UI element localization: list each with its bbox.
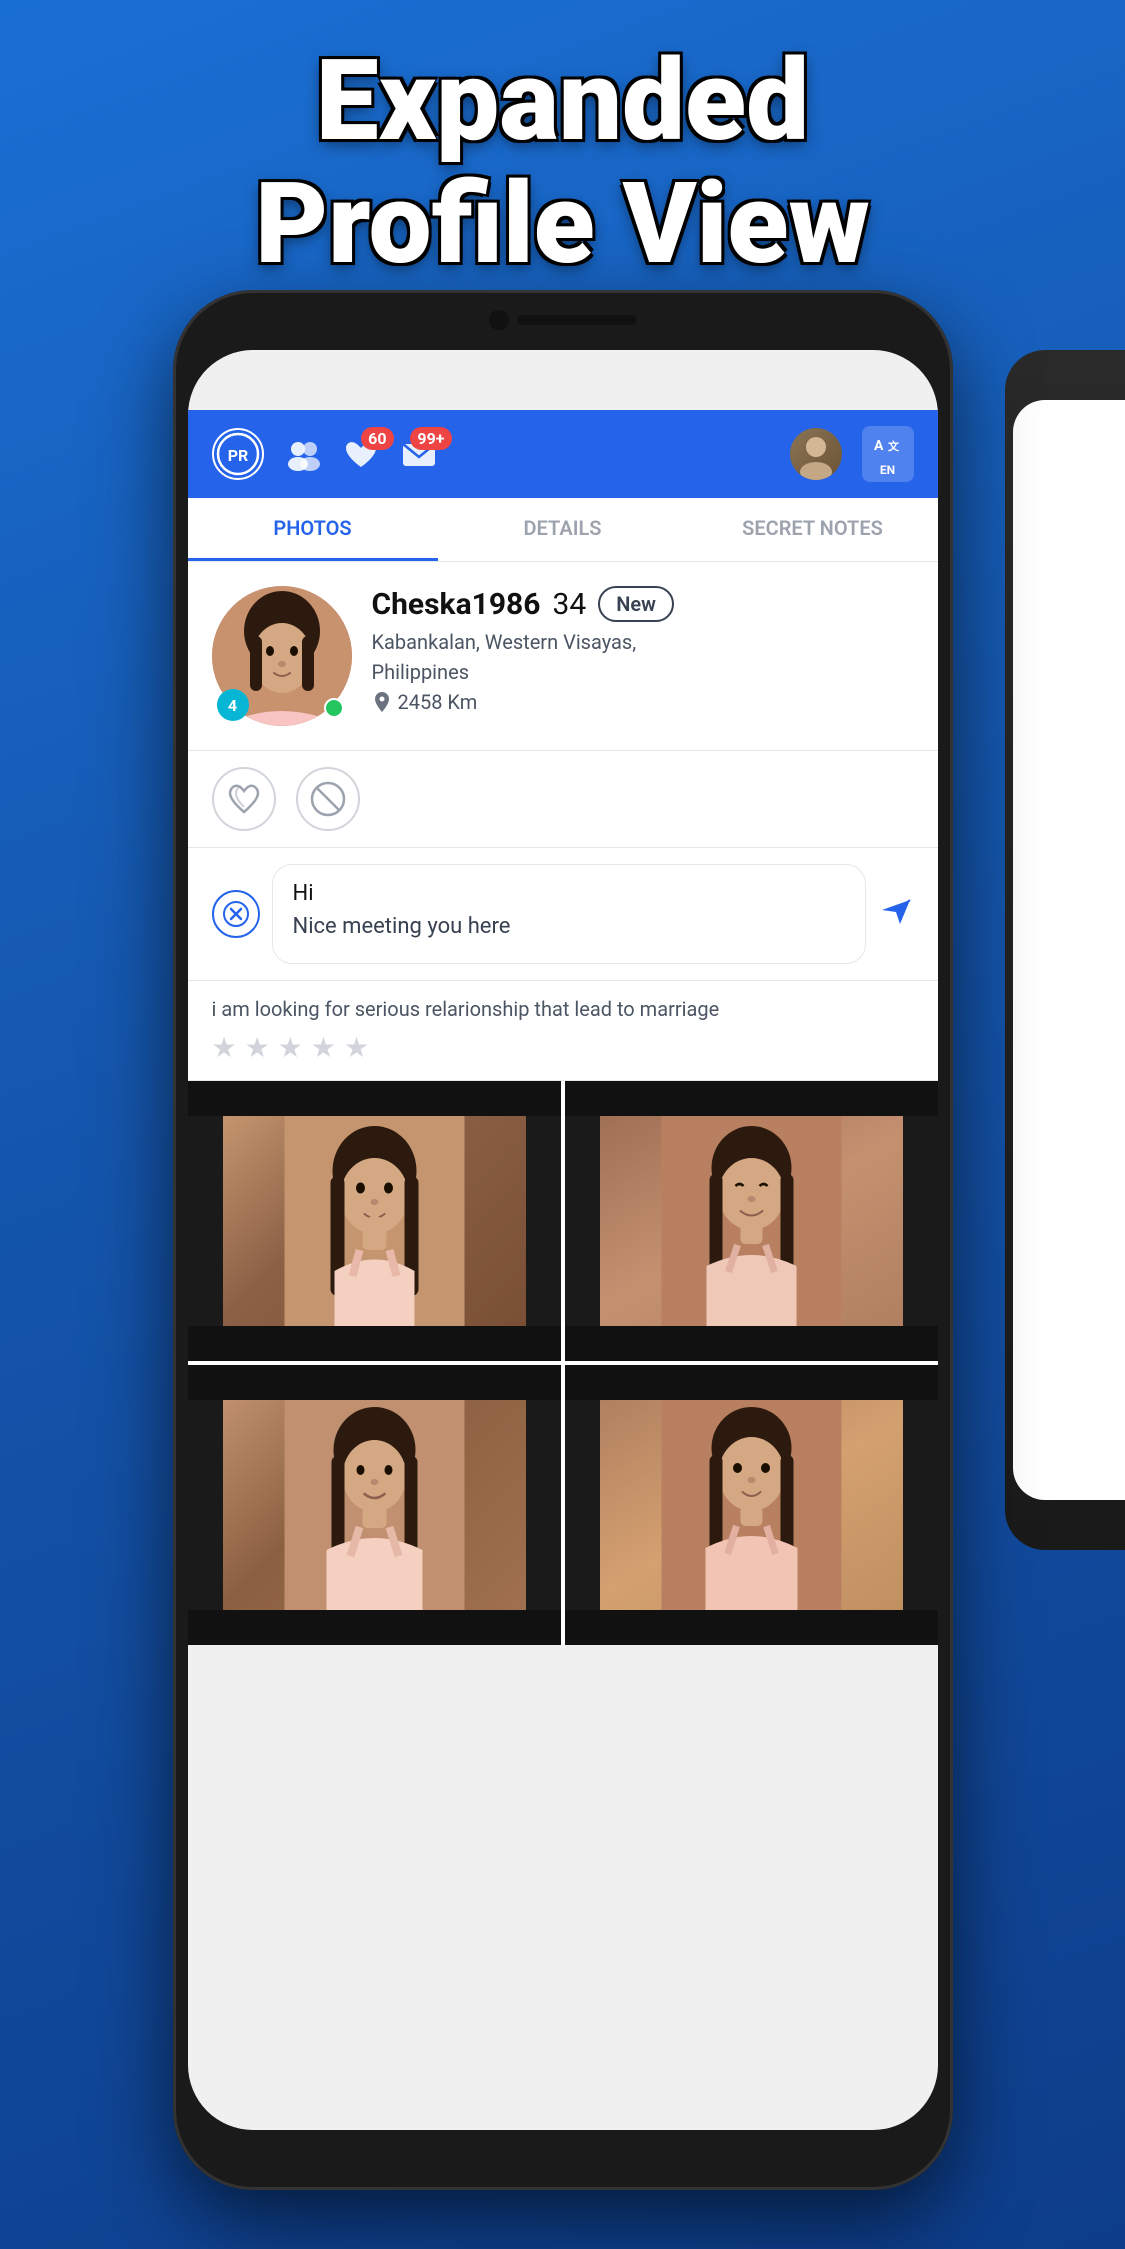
profile-country: Philippines — [372, 660, 914, 684]
message-body: Nice meeting you here — [293, 914, 845, 939]
tab-bar: PHOTOS DETAILS SECRET NOTES — [188, 498, 938, 562]
action-buttons — [188, 751, 938, 848]
camera-dot — [489, 310, 509, 330]
profile-location: Kabankalan, Western Visayas, — [372, 630, 914, 654]
app-header: PR 60 — [188, 410, 938, 498]
tab-photos[interactable]: PHOTOS — [188, 498, 438, 561]
close-message-button[interactable] — [212, 890, 260, 938]
photo-grid — [188, 1081, 938, 1645]
star-4: ★ — [311, 1031, 336, 1064]
phone-shell: PR 60 — [173, 290, 953, 2190]
tab-secret-notes[interactable]: SECRET NOTES — [688, 498, 938, 561]
profile-distance: 2458 Km — [372, 690, 914, 714]
speaker-bar — [517, 315, 637, 325]
star-1: ★ — [212, 1031, 237, 1064]
message-bubble[interactable]: Hi Nice meeting you here — [272, 864, 866, 964]
tab-details[interactable]: DETAILS — [438, 498, 688, 561]
photo-cell-4[interactable] — [565, 1365, 938, 1645]
message-area: Hi Nice meeting you here — [188, 848, 938, 981]
profile-info: Cheska1986 34 New Kabankalan, Western Vi… — [372, 586, 914, 714]
profile-age: 34 — [552, 587, 586, 622]
like-button[interactable] — [212, 767, 276, 831]
pr-icon-svg: PR — [216, 432, 260, 476]
svg-text:A: A — [874, 438, 884, 454]
location-pin-icon — [372, 691, 392, 713]
star-3: ★ — [278, 1031, 303, 1064]
mail-nav-icon[interactable]: 99+ — [400, 437, 438, 471]
profile-name: Cheska1986 — [372, 587, 541, 622]
photo-cell-1[interactable] — [188, 1081, 561, 1361]
star-2: ★ — [245, 1031, 270, 1064]
send-button[interactable] — [878, 892, 914, 936]
photo-count-badge: 4 — [217, 689, 249, 721]
distance-value: 2458 Km — [398, 690, 478, 714]
likes-nav-icon[interactable]: 60 — [342, 437, 380, 471]
bio-text: i am looking for serious relarionship th… — [212, 997, 914, 1021]
mail-badge: 99+ — [410, 427, 451, 450]
svg-text:文: 文 — [888, 439, 900, 453]
phone-peek-decoration — [1005, 350, 1125, 1550]
svg-text:PR: PR — [227, 446, 248, 465]
profile-avatar-wrapper: 4 — [212, 586, 352, 726]
photo-cell-2[interactable] — [565, 1081, 938, 1361]
user-avatar[interactable] — [790, 428, 842, 480]
block-button[interactable] — [296, 767, 360, 831]
hero-title-line2: Profile View — [40, 163, 1085, 286]
star-5: ★ — [344, 1031, 369, 1064]
pr-icon[interactable]: PR — [212, 428, 264, 480]
translate-button[interactable]: A 文 EN — [862, 426, 914, 482]
profile-section: 4 Cheska1986 34 New Kabankalan, Western … — [188, 562, 938, 751]
phone-top-bar — [173, 290, 953, 350]
online-indicator — [324, 698, 344, 718]
likes-badge: 60 — [361, 427, 393, 450]
new-badge: New — [598, 586, 674, 622]
message-greeting: Hi — [293, 881, 845, 906]
profile-name-row: Cheska1986 34 New — [372, 586, 914, 622]
people-nav-icon[interactable] — [284, 437, 322, 471]
bio-section: i am looking for serious relarionship th… — [188, 981, 938, 1081]
phone-peek-screen — [1013, 400, 1125, 1500]
hero-title: Expanded Profile View — [0, 40, 1125, 286]
rating-stars: ★ ★ ★ ★ ★ — [212, 1031, 914, 1064]
photo-cell-3[interactable] — [188, 1365, 561, 1645]
hero-title-line1: Expanded — [40, 40, 1085, 163]
phone-screen: PR 60 — [188, 350, 938, 2130]
lang-label: EN — [872, 464, 904, 476]
